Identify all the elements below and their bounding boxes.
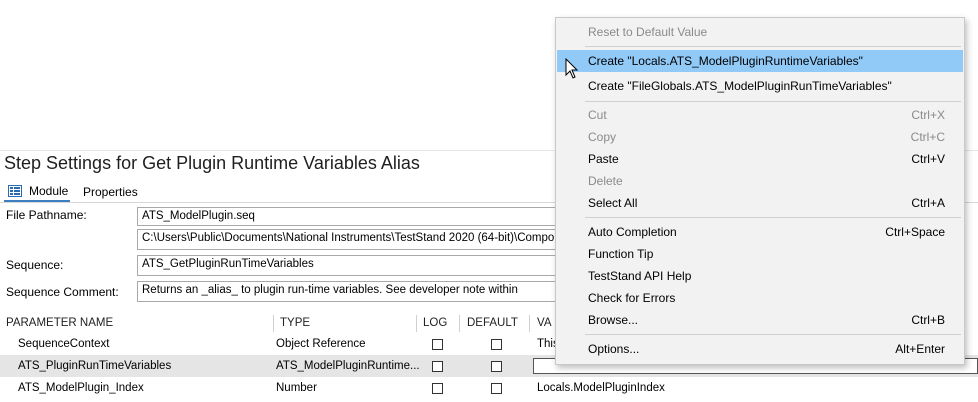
menu-item-options[interactable]: Options... Alt+Enter: [557, 338, 963, 360]
tab-properties[interactable]: Properties: [83, 185, 138, 199]
menu-item-label: Cut: [588, 108, 607, 122]
menu-item-shortcut: Ctrl+Space: [885, 225, 945, 239]
menu-separator: [585, 101, 961, 102]
menu-item-create-locals[interactable]: Create "Locals.ATS_ModelPluginRuntimeVar…: [557, 50, 963, 72]
log-checkbox[interactable]: [432, 361, 443, 372]
sequence-label: Sequence:: [6, 258, 64, 272]
menu-item-create-fileglobals[interactable]: Create "FileGlobals.ATS_ModelPluginRunTi…: [557, 75, 963, 97]
file-pathname-label: File Pathname:: [6, 208, 87, 222]
mouse-cursor-icon: [565, 58, 579, 79]
menu-item-delete[interactable]: Delete: [557, 170, 963, 192]
menu-item-label: Function Tip: [588, 247, 654, 261]
menu-item-label: Delete: [588, 174, 623, 188]
menu-separator: [585, 334, 961, 335]
file-pathname-field[interactable]: ATS_ModelPlugin.seq: [137, 207, 587, 226]
menu-item-auto-completion[interactable]: Auto Completion Ctrl+Space: [557, 221, 963, 243]
menu-item-browse[interactable]: Browse... Ctrl+B: [557, 309, 963, 331]
menu-item-label: Reset to Default Value: [588, 25, 708, 39]
menu-item-label: Create "Locals.ATS_ModelPluginRuntimeVar…: [588, 54, 863, 68]
param-type: Object Reference: [276, 338, 366, 350]
log-checkbox[interactable]: [432, 339, 443, 350]
menu-item-label: Check for Errors: [588, 291, 676, 305]
menu-item-label: Create "FileGlobals.ATS_ModelPluginRunTi…: [588, 79, 892, 93]
sequence-comment-label: Sequence Comment:: [6, 285, 119, 299]
menu-item-shortcut: Ctrl+X: [911, 108, 945, 122]
menu-item-shortcut: Alt+Enter: [895, 342, 945, 356]
col-header-type[interactable]: TYPE: [280, 317, 310, 329]
menu-item-cut[interactable]: Cut Ctrl+X: [557, 104, 963, 126]
file-full-path-field[interactable]: C:\Users\Public\Documents\National Instr…: [137, 229, 587, 250]
menu-item-select-all[interactable]: Select All Ctrl+A: [557, 192, 963, 214]
menu-item-label: Auto Completion: [588, 225, 677, 239]
menu-item-shortcut: Ctrl+A: [911, 196, 945, 210]
sequence-field[interactable]: ATS_GetPluginRunTimeVariables: [137, 255, 587, 276]
menu-item-shortcut: Ctrl+B: [911, 313, 945, 327]
sequence-comment-field[interactable]: Returns an _alias_ to plugin run-time va…: [137, 281, 587, 302]
col-separator[interactable]: [529, 315, 530, 332]
col-header-default[interactable]: DEFAULT: [467, 317, 518, 329]
param-name: SequenceContext: [18, 338, 110, 350]
menu-separator: [585, 217, 961, 218]
menu-item-paste[interactable]: Paste Ctrl+V: [557, 148, 963, 170]
menu-item-copy[interactable]: Copy Ctrl+C: [557, 126, 963, 148]
menu-item-check-errors[interactable]: Check for Errors: [557, 287, 963, 309]
menu-item-shortcut: Ctrl+V: [911, 152, 945, 166]
context-menu: Reset to Default Value Create "Locals.AT…: [555, 17, 965, 365]
param-name: ATS_ModelPlugin_Index: [18, 382, 144, 394]
param-value[interactable]: Locals.ModelPluginIndex: [537, 382, 665, 394]
param-name: ATS_PluginRunTimeVariables: [18, 360, 172, 372]
menu-item-label: Select All: [588, 196, 638, 210]
col-separator[interactable]: [459, 315, 460, 332]
tab-module[interactable]: Module: [4, 181, 70, 202]
menu-item-reset-default[interactable]: Reset to Default Value: [557, 21, 963, 43]
menu-separator: [585, 46, 961, 47]
page-title: Step Settings for Get Plugin Runtime Var…: [4, 153, 420, 173]
grid-icon: [8, 185, 22, 197]
col-separator[interactable]: [273, 315, 274, 332]
menu-item-label: Paste: [588, 152, 619, 166]
col-header-parameter-name[interactable]: PARAMETER NAME: [6, 317, 113, 329]
default-checkbox[interactable]: [491, 383, 502, 394]
col-header-value[interactable]: VA: [537, 317, 552, 329]
default-checkbox[interactable]: [491, 339, 502, 350]
menu-item-api-help[interactable]: TestStand API Help: [557, 265, 963, 287]
param-type: ATS_ModelPluginRuntime...: [276, 360, 420, 372]
default-checkbox[interactable]: [491, 361, 502, 372]
col-separator[interactable]: [416, 315, 417, 332]
log-checkbox[interactable]: [432, 383, 443, 394]
tab-module-label: Module: [29, 184, 69, 198]
menu-item-function-tip[interactable]: Function Tip: [557, 243, 963, 265]
col-header-log[interactable]: LOG: [423, 317, 447, 329]
menu-item-label: TestStand API Help: [588, 269, 692, 283]
menu-item-shortcut: Ctrl+C: [910, 130, 945, 144]
menu-item-label: Copy: [588, 130, 617, 144]
table-row[interactable]: ATS_ModelPlugin_Index Number Locals.Mode…: [0, 377, 978, 399]
menu-item-label: Browse...: [588, 313, 639, 327]
menu-item-label: Options...: [588, 342, 640, 356]
param-type: Number: [276, 382, 317, 394]
